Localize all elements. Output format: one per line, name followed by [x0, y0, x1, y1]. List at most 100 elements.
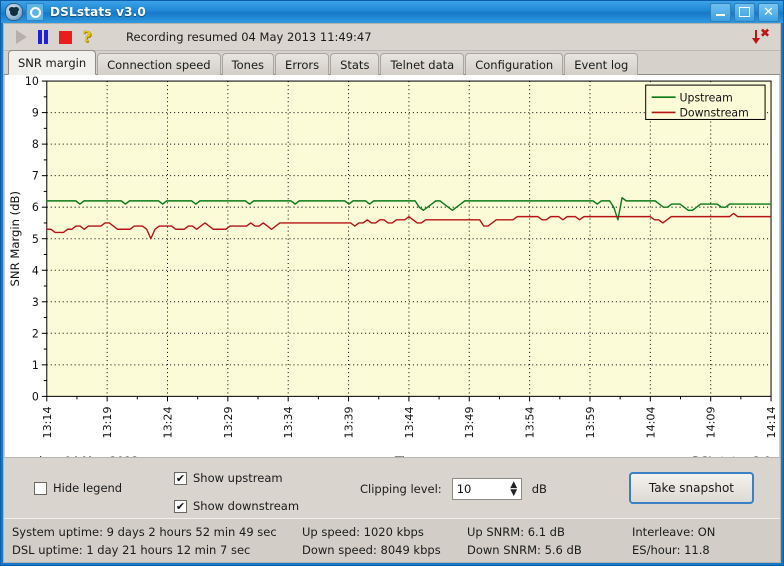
svg-text:7: 7 [32, 170, 39, 183]
tab-configuration[interactable]: Configuration [465, 53, 564, 75]
hide-legend-label: Hide legend [53, 481, 123, 495]
snr-margin-chart: 0 1 2 3 4 5 6 7 8 9 10 13:14 13:19 13:24 13:29 13:34 13:… [4, 75, 780, 457]
title-bar: DSLstats v3.0 ✕ [1, 1, 783, 23]
play-icon [15, 30, 27, 44]
svg-text:6: 6 [32, 201, 39, 214]
pause-button[interactable] [32, 26, 54, 48]
tab-tones[interactable]: Tones [221, 53, 275, 75]
app-window: DSLstats v3.0 ✕ ? Recording resumed 04 M… [0, 0, 784, 566]
tab-label: Telnet data [390, 57, 455, 72]
tab-snr-margin[interactable]: SNR margin [8, 50, 97, 75]
svg-text:Downstream: Downstream [680, 106, 749, 119]
svg-text:13:29: 13:29 [222, 406, 235, 438]
svg-text:0: 0 [32, 390, 39, 403]
show-upstream-label: Show upstream [193, 471, 283, 485]
tab-connection-speed[interactable]: Connection speed [97, 53, 221, 75]
clipping-level-label: Clipping level: [360, 482, 442, 496]
down-speed-text: Down speed: 8049 kbps [302, 542, 441, 557]
tab-label: Errors [285, 57, 320, 72]
status-speed-group: Up speed: 1020 kbps Down speed: 8049 kbp… [302, 525, 467, 557]
svg-text:5: 5 [32, 233, 39, 246]
down-snrm-text: Down SNRM: 5.6 dB [467, 542, 582, 557]
close-button[interactable]: ✕ [758, 2, 779, 22]
toolbar: ? Recording resumed 04 May 2013 11:49:47… [4, 24, 780, 51]
show-downstream-label: Show downstream [193, 499, 300, 513]
svg-text:13:59: 13:59 [584, 406, 597, 438]
svg-text:3: 3 [32, 296, 39, 309]
clipping-unit-label: dB [531, 482, 547, 496]
svg-text:8: 8 [32, 138, 39, 151]
tab-label: Configuration [475, 57, 554, 72]
status-uptime-group: System uptime: 9 days 2 hours 52 min 49 … [12, 525, 302, 557]
up-snrm-text: Up SNRM: 6.1 dB [467, 524, 565, 539]
tab-label: SNR margin [18, 55, 87, 70]
tab-stats[interactable]: Stats [330, 53, 380, 75]
chevron-down-icon[interactable]: ▼ [510, 489, 517, 498]
show-series-controls: ✔ Show upstream ✔ Show downstream [174, 468, 299, 516]
es-hour-text: ES/hour: 11.8 [632, 542, 710, 557]
svg-text:9: 9 [32, 107, 39, 120]
minimize-button[interactable] [710, 2, 731, 22]
svg-text:13:24: 13:24 [162, 406, 175, 438]
controls-panel: Hide legend ✔ Show upstream ✔ Show downs… [4, 457, 780, 518]
svg-text:2: 2 [32, 327, 39, 340]
tab-errors[interactable]: Errors [275, 53, 330, 75]
window-buttons: ✕ [710, 2, 781, 22]
up-speed-text: Up speed: 1020 kbps [302, 524, 424, 539]
svg-text:14:04: 14:04 [644, 406, 657, 438]
tab-label: Tones [231, 57, 265, 72]
tab-telnet-data[interactable]: Telnet data [380, 53, 465, 75]
stop-button[interactable] [54, 26, 76, 48]
tab-label: Stats [340, 57, 370, 72]
chart-canvas: 0 1 2 3 4 5 6 7 8 9 10 13:14 13:19 13:24 13:29 13:34 13:… [8, 75, 778, 457]
svg-text:13:54: 13:54 [524, 406, 537, 438]
client-area: ? Recording resumed 04 May 2013 11:49:47… [3, 23, 781, 563]
svg-text:SNR Margin (dB): SNR Margin (dB) [8, 191, 22, 287]
show-upstream-checkbox[interactable]: ✔ [174, 471, 187, 485]
svg-text:13:49: 13:49 [463, 406, 476, 438]
hide-legend-checkbox[interactable] [34, 481, 47, 495]
show-downstream-checkbox[interactable]: ✔ [174, 499, 187, 513]
svg-text:14:14: 14:14 [765, 406, 778, 438]
tab-event-log[interactable]: Event log [564, 53, 639, 75]
hide-legend-control[interactable]: Hide legend [34, 478, 122, 498]
status-snrm-group: Up SNRM: 6.1 dB Down SNRM: 5.6 dB [467, 525, 632, 557]
question-mark-icon: ? [82, 27, 92, 46]
clipping-level-input[interactable] [452, 480, 507, 498]
window-menu-icon[interactable] [26, 3, 44, 21]
recording-status-text: Recording resumed 04 May 2013 11:49:47 [126, 30, 372, 44]
window-title: DSLstats v3.0 [50, 5, 146, 19]
svg-text:Upstream: Upstream [680, 91, 733, 104]
x-mark-icon: ✖ [760, 26, 771, 40]
stop-icon [58, 30, 72, 44]
clipping-level-stepper[interactable]: ▲ ▼ [451, 478, 522, 500]
tab-label: Connection speed [107, 57, 211, 72]
status-bar: System uptime: 9 days 2 hours 52 min 49 … [4, 518, 780, 562]
maximize-button[interactable] [734, 2, 755, 22]
take-snapshot-button[interactable]: Take snapshot [628, 472, 754, 504]
down-arrow-icon [752, 30, 760, 44]
svg-text:13:14: 13:14 [41, 406, 54, 438]
help-button[interactable]: ? [76, 26, 98, 48]
status-line-group: Interleave: ON ES/hour: 11.8 [632, 525, 772, 557]
svg-text:13:19: 13:19 [101, 406, 114, 438]
disconnect-icon[interactable]: ✖ [752, 27, 774, 47]
svg-text:13:34: 13:34 [282, 406, 295, 438]
show-downstream-control[interactable]: ✔ Show downstream [174, 496, 299, 516]
svg-text:14:09: 14:09 [705, 406, 718, 438]
tab-label: Event log [574, 57, 629, 72]
show-upstream-control[interactable]: ✔ Show upstream [174, 468, 299, 488]
dsl-uptime-text: DSL uptime: 1 day 21 hours 12 min 7 sec [12, 542, 251, 557]
play-button[interactable] [10, 26, 32, 48]
svg-text:13:39: 13:39 [343, 406, 356, 438]
svg-text:13:44: 13:44 [403, 406, 416, 438]
clipping-level-control: Clipping level: ▲ ▼ dB [360, 478, 547, 500]
interleave-text: Interleave: ON [632, 524, 716, 539]
svg-text:4: 4 [32, 264, 39, 277]
app-paw-icon [5, 3, 23, 21]
pause-icon [37, 30, 49, 44]
stepper-arrows-icon[interactable]: ▲ ▼ [507, 479, 521, 499]
svg-text:1: 1 [32, 359, 39, 372]
svg-text:10: 10 [25, 75, 39, 88]
system-uptime-text: System uptime: 9 days 2 hours 52 min 49 … [12, 524, 277, 539]
